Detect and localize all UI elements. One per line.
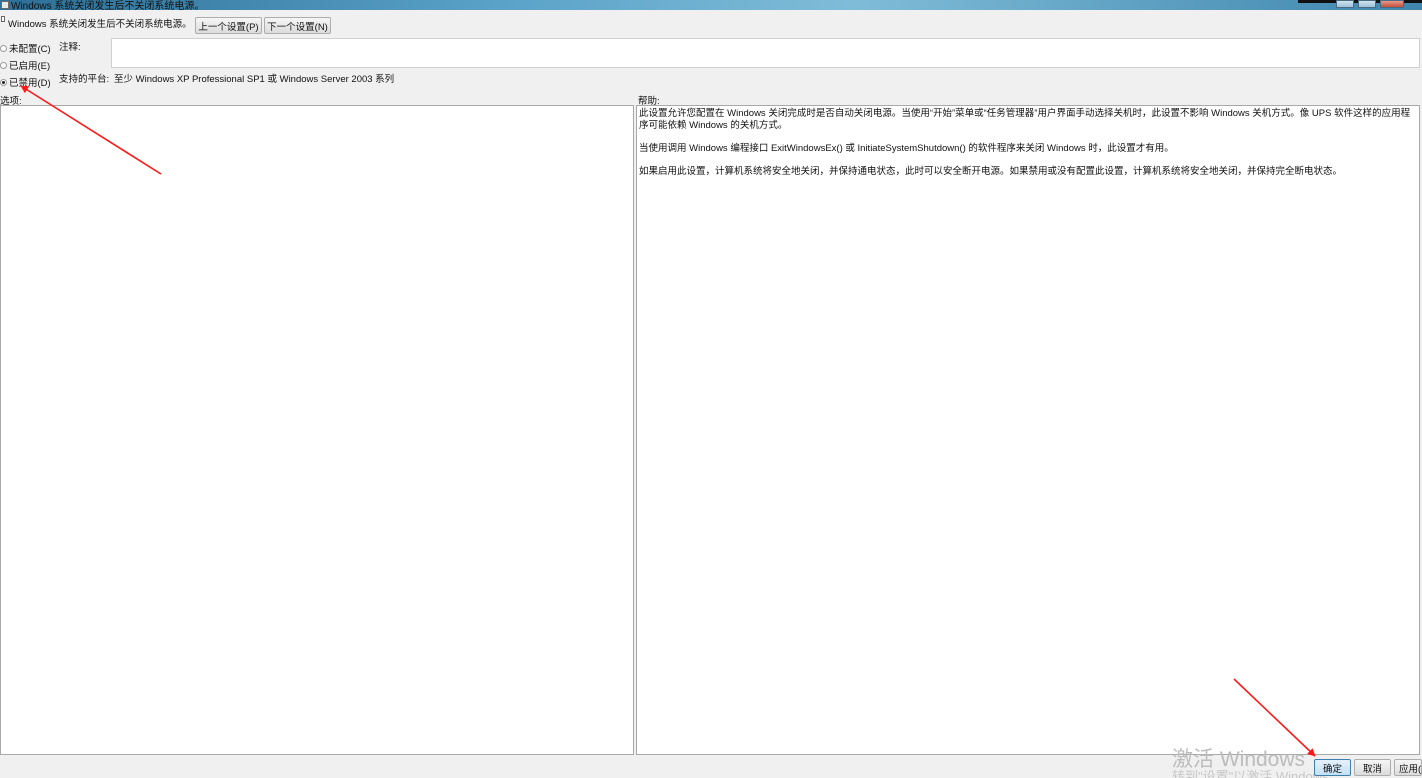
policy-icon (1, 16, 5, 22)
title-bar[interactable]: Windows 系统关闭发生后不关闭系统电源。 (0, 0, 1422, 10)
window-title: Windows 系统关闭发生后不关闭系统电源。 (11, 1, 205, 10)
platform-label: 支持的平台: (59, 74, 110, 85)
close-button[interactable] (1380, 0, 1404, 8)
radio-disabled[interactable]: 已禁用(D) (0, 75, 51, 89)
radio-not-configured-dot[interactable] (0, 44, 7, 52)
radio-enabled[interactable]: 已启用(E) (0, 58, 50, 72)
help-pane[interactable]: 此设置允许您配置在 Windows 关闭完成时是否自动关闭电源。当使用“开始”菜… (636, 105, 1420, 755)
radio-enabled-dot[interactable] (0, 61, 7, 69)
minimize-button[interactable] (1336, 0, 1354, 8)
comment-label: 注释: (59, 42, 81, 53)
help-paragraph: 如果启用此设置，计算机系统将安全地关闭，并保持通电状态，此时可以安全断开电源。如… (639, 166, 1343, 177)
radio-not-configured-label: 未配置(C) (9, 44, 51, 55)
platform-value: 至少 Windows XP Professional SP1 或 Windows… (114, 74, 395, 85)
previous-setting-button[interactable]: 上一个设置(P) (195, 17, 262, 34)
radio-disabled-label: 已禁用(D) (9, 78, 51, 89)
apply-button[interactable]: 应用(A) (1394, 759, 1422, 776)
help-paragraph: 当使用调用 Windows 编程接口 ExitWindowsEx() 或 Ini… (639, 143, 1174, 154)
options-pane[interactable] (0, 105, 634, 755)
policy-name: Windows 系统关闭发生后不关闭系统电源。 (8, 19, 192, 30)
comment-field[interactable] (111, 38, 1420, 68)
next-setting-button[interactable]: 下一个设置(N) (264, 17, 331, 34)
radio-not-configured[interactable]: 未配置(C) (0, 41, 51, 55)
help-paragraph: 此设置允许您配置在 Windows 关闭完成时是否自动关闭电源。当使用“开始”菜… (639, 108, 1411, 131)
cancel-button[interactable]: 取消 (1354, 759, 1391, 776)
maximize-button[interactable] (1358, 0, 1376, 8)
app-icon (1, 1, 9, 9)
policy-dialog: Windows 系统关闭发生后不关闭系统电源。 Windows 系统关闭发生后不… (0, 0, 1422, 778)
ok-button[interactable]: 确定 (1314, 759, 1351, 776)
radio-enabled-label: 已启用(E) (9, 61, 51, 72)
radio-disabled-dot[interactable] (0, 78, 7, 86)
